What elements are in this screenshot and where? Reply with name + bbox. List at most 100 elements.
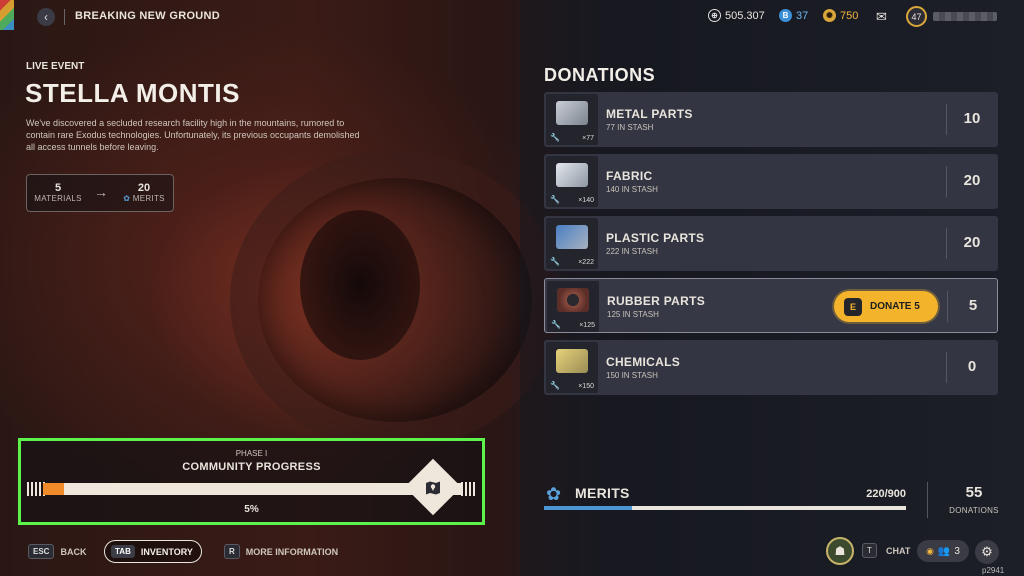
wrench-icon: 🔧 (551, 320, 561, 329)
item-count: ×140 (578, 197, 594, 204)
inventory-label: INVENTORY (140, 546, 193, 557)
merits-title: MERITS (575, 485, 630, 501)
player-avatar[interactable]: ☗ (826, 537, 854, 565)
player-level-badge[interactable]: 47 (906, 6, 927, 27)
inventory-button[interactable]: TAB INVENTORY (104, 540, 202, 563)
item-donated-value: 20 (963, 234, 981, 251)
gold-token-icon: ✺ (823, 9, 836, 22)
item-thumbnail: 🔧 ×140 (546, 156, 598, 207)
metal-parts-icon (556, 101, 588, 125)
item-donated-value: 20 (963, 172, 981, 189)
donations-title: DONATIONS (544, 65, 656, 85)
wrench-icon: 🔧 (550, 195, 560, 204)
back-button[interactable]: ‹ (37, 8, 55, 26)
donations-count-label: DONATIONS (949, 506, 999, 515)
materials-column: 5 MATERIALS (33, 182, 83, 203)
back-label: BACK (60, 546, 87, 557)
item-stash: 125 IN STASH (607, 310, 659, 319)
item-name: PLASTIC PARTS (606, 231, 705, 245)
blue-currency-counter: B 37 (779, 9, 808, 22)
blue-token-icon: B (779, 9, 792, 22)
donate-button[interactable]: E DONATE 5 (834, 291, 938, 322)
item-donated-value: 10 (963, 110, 981, 127)
gear-icon: ✿ (123, 194, 131, 203)
item-stash: 77 IN STASH (606, 123, 654, 132)
player-name-redacted (933, 12, 997, 21)
brand-stripe (0, 0, 14, 30)
top-bar: ‹ BREAKING NEW GROUND ⊕ 505.307 B 37 ✺ 7… (0, 0, 1024, 36)
item-count: ×77 (582, 135, 594, 142)
progress-percent: 5% (244, 504, 259, 515)
more-information-label: MORE INFORMATION (245, 546, 339, 557)
item-stash: 140 IN STASH (606, 185, 658, 194)
item-count: ×125 (579, 322, 595, 329)
donation-row-chemicals[interactable]: 🔧 ×150 CHEMICALS 150 IN STASH 0 (544, 340, 998, 395)
item-count: ×150 (578, 383, 594, 390)
e-key: E (844, 297, 862, 316)
page-title: BREAKING NEW GROUND (75, 10, 221, 22)
materials-value: 5 (54, 182, 62, 194)
chevron-left-icon: ‹ (44, 10, 48, 24)
progress-bar (43, 483, 463, 495)
donation-row-plastic-parts[interactable]: 🔧 ×222 PLASTIC PARTS 222 IN STASH 20 (544, 216, 998, 271)
map-icon (423, 478, 443, 498)
item-thumbnail: 🔧 ×150 (546, 342, 598, 393)
back-control[interactable]: ESC BACK (28, 544, 86, 559)
progress-bar-fill (43, 483, 64, 495)
item-thumbnail: 🔧 ×222 (546, 218, 598, 269)
plastic-parts-icon (556, 225, 588, 249)
item-thumbnail: 🔧 ×125 (547, 281, 599, 332)
merits-progress-fill (544, 506, 633, 510)
conversion-rate-box: 5 MATERIALS → 20 ✿ MERITS (26, 174, 174, 212)
coins-counter: ⊕ 505.307 (708, 9, 765, 22)
merits-progress-value: 220/900 (866, 488, 906, 500)
item-name: CHEMICALS (606, 355, 681, 369)
donate-label: DONATE 5 (870, 301, 920, 312)
progress-bar-cap-right (461, 482, 475, 496)
item-donated-value: 0 (967, 358, 977, 375)
party-button[interactable]: ◉ 👥 3 (917, 540, 969, 562)
rubber-parts-icon (557, 288, 589, 312)
esc-key: ESC (28, 544, 55, 559)
t-key: T (862, 543, 877, 558)
donations-count: 55 (965, 484, 983, 501)
tab-key: TAB (111, 545, 135, 558)
item-count: ×222 (578, 259, 594, 266)
event-description: We've discovered a secluded research fac… (26, 118, 360, 152)
chat-button[interactable]: CHAT (886, 546, 910, 556)
chemicals-icon (556, 349, 588, 373)
more-information-control[interactable]: R MORE INFORMATION (224, 544, 338, 559)
gold-currency-value: 750 (840, 9, 859, 22)
coin-icon: ⊕ (708, 9, 721, 22)
gold-currency-counter: ✺ 750 (823, 9, 858, 22)
phase-label: PHASE I (235, 449, 268, 458)
inventory-control[interactable]: TAB INVENTORY (104, 540, 202, 563)
item-name: RUBBER PARTS (607, 294, 706, 308)
mail-button[interactable]: ✉ (876, 9, 887, 25)
donation-row-fabric[interactable]: 🔧 ×140 FABRIC 140 IN STASH 20 (544, 154, 998, 209)
wrench-icon: 🔧 (550, 257, 560, 266)
merits-value: 20 (137, 182, 151, 194)
materials-label: MATERIALS (34, 194, 82, 203)
settings-button[interactable]: ⚙ (975, 540, 999, 564)
r-key: R (224, 544, 240, 559)
party-count: 3 (954, 545, 960, 557)
donation-row-rubber-parts[interactable]: 🔧 ×125 RUBBER PARTS 125 IN STASH E DONAT… (544, 278, 998, 333)
divider (64, 9, 65, 25)
item-donated-value: 5 (968, 297, 978, 314)
item-name: FABRIC (606, 169, 653, 183)
party-members-icon: 👥 (937, 545, 951, 557)
fabric-icon (556, 163, 588, 187)
blue-currency-value: 37 (796, 9, 809, 22)
item-stash: 150 IN STASH (606, 371, 658, 380)
wrench-icon: 🔧 (550, 133, 560, 142)
event-title: STELLA MONTIS (25, 78, 240, 108)
live-event-tag: LIVE EVENT (26, 61, 85, 72)
arrow-right-icon: → (94, 184, 108, 200)
mail-icon: ✉ (876, 9, 887, 24)
donation-row-metal-parts[interactable]: 🔧 ×77 METAL PARTS 77 IN STASH 10 (544, 92, 998, 147)
divider (927, 482, 928, 518)
merits-progress-bar (544, 506, 906, 510)
party-leader-icon: ◉ (926, 545, 934, 556)
item-thumbnail: 🔧 ×77 (546, 94, 598, 145)
